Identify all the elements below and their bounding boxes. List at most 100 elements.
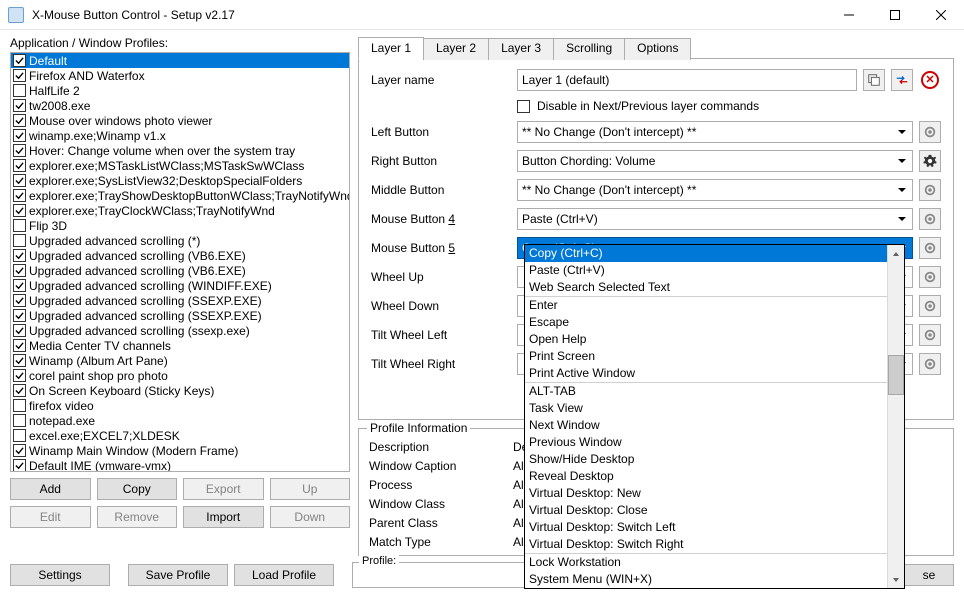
action-dropdown[interactable]: Copy (Ctrl+C)Paste (Ctrl+V)Web Search Se… (524, 244, 905, 589)
profile-row[interactable]: On Screen Keyboard (Sticky Keys) (11, 383, 349, 398)
tab-layer-3[interactable]: Layer 3 (488, 38, 554, 60)
dropdown-item[interactable]: Virtual Desktop: Switch Left (525, 519, 887, 536)
profile-checkbox[interactable] (13, 399, 26, 412)
profile-checkbox[interactable] (13, 174, 26, 187)
profile-checkbox[interactable] (13, 249, 26, 262)
tab-options[interactable]: Options (624, 38, 691, 60)
copy-button[interactable]: Copy (97, 478, 178, 500)
dropdown-item[interactable]: Next Window (525, 417, 887, 434)
action-combo[interactable]: ** No Change (Don't intercept) ** (517, 179, 913, 201)
tab-layer-2[interactable]: Layer 2 (423, 38, 489, 60)
save-profile-button[interactable]: Save Profile (128, 564, 228, 586)
gear-icon[interactable] (919, 266, 941, 288)
tab-layer-1[interactable]: Layer 1 (358, 37, 424, 59)
profile-row[interactable]: Hover: Change volume when over the syste… (11, 143, 349, 158)
profile-row[interactable]: Winamp Main Window (Modern Frame) (11, 443, 349, 458)
reset-layer-button[interactable]: ✕ (919, 69, 941, 91)
profile-row[interactable]: explorer.exe;MSTaskListWClass;MSTaskSwWC… (11, 158, 349, 173)
profile-row[interactable]: Default IME (vmware-vmx) (11, 458, 349, 472)
gear-icon[interactable] (919, 353, 941, 375)
dropdown-item[interactable]: Virtual Desktop: Switch Right (525, 536, 887, 553)
profile-checkbox[interactable] (13, 294, 26, 307)
profile-row[interactable]: Upgraded advanced scrolling (WINDIFF.EXE… (11, 278, 349, 293)
dropdown-item[interactable]: Print Screen (525, 348, 887, 365)
profile-row[interactable]: Mouse over windows photo viewer (11, 113, 349, 128)
profile-row[interactable]: excel.exe;EXCEL7;XLDESK (11, 428, 349, 443)
profile-row[interactable]: Upgraded advanced scrolling (ssexp.exe) (11, 323, 349, 338)
dropdown-item[interactable]: Task View (525, 400, 887, 417)
export-button[interactable]: Export (183, 478, 264, 500)
profile-row[interactable]: Media Center TV channels (11, 338, 349, 353)
gear-icon[interactable] (919, 121, 941, 143)
profile-checkbox[interactable] (13, 219, 26, 232)
profile-row[interactable]: Upgraded advanced scrolling (*) (11, 233, 349, 248)
profile-checkbox[interactable] (13, 354, 26, 367)
dropdown-item[interactable]: Print Active Window (525, 365, 887, 382)
up-button[interactable]: Up (270, 478, 351, 500)
dropdown-item[interactable]: Copy (Ctrl+C) (525, 245, 887, 262)
gear-icon[interactable] (919, 295, 941, 317)
down-button[interactable]: Down (270, 506, 351, 528)
scroll-down-arrow[interactable] (888, 571, 904, 588)
gear-icon[interactable] (919, 208, 941, 230)
profile-row[interactable]: tw2008.exe (11, 98, 349, 113)
profile-checkbox[interactable] (13, 309, 26, 322)
profile-row[interactable]: Winamp (Album Art Pane) (11, 353, 349, 368)
dropdown-item[interactable]: Escape (525, 314, 887, 331)
profile-row[interactable]: firefox video (11, 398, 349, 413)
maximize-button[interactable] (872, 0, 918, 30)
gear-icon[interactable] (919, 179, 941, 201)
dropdown-item[interactable]: Open Help (525, 331, 887, 348)
remove-button[interactable]: Remove (97, 506, 178, 528)
profile-checkbox[interactable] (13, 384, 26, 397)
profile-row[interactable]: HalfLife 2 (11, 83, 349, 98)
gear-icon[interactable] (919, 150, 941, 172)
dropdown-item[interactable]: Paste (Ctrl+V) (525, 262, 887, 279)
dropdown-item[interactable]: Virtual Desktop: Close (525, 502, 887, 519)
profile-row[interactable]: explorer.exe;TrayClockWClass;TrayNotifyW… (11, 203, 349, 218)
profile-row[interactable]: Upgraded advanced scrolling (SSEXP.EXE) (11, 308, 349, 323)
close-app-button[interactable]: se (904, 564, 954, 586)
add-button[interactable]: Add (10, 478, 91, 500)
dropdown-item[interactable]: Show/Hide Desktop (525, 451, 887, 468)
profile-checkbox[interactable] (13, 324, 26, 337)
profile-row[interactable]: explorer.exe;SysListView32;DesktopSpecia… (11, 173, 349, 188)
action-combo[interactable]: ** No Change (Don't intercept) ** (517, 121, 913, 143)
profile-checkbox[interactable] (13, 369, 26, 382)
dropdown-item[interactable]: System Menu (WIN+X) (525, 571, 887, 588)
settings-button[interactable]: Settings (10, 564, 110, 586)
import-button[interactable]: Import (183, 506, 264, 528)
action-combo[interactable]: Button Chording: Volume (517, 150, 913, 172)
profile-checkbox[interactable] (13, 99, 26, 112)
scroll-up-arrow[interactable] (888, 245, 904, 262)
profile-row[interactable]: Default (11, 53, 349, 68)
disable-layer-checkbox[interactable] (517, 100, 530, 113)
dropdown-item[interactable]: ALT-TAB (525, 383, 887, 400)
profile-row[interactable]: explorer.exe;TrayShowDesktopButtonWClass… (11, 188, 349, 203)
profile-checkbox[interactable] (13, 414, 26, 427)
layer-name-input[interactable] (517, 69, 857, 91)
edit-button[interactable]: Edit (10, 506, 91, 528)
profile-row[interactable]: notepad.exe (11, 413, 349, 428)
load-profile-button[interactable]: Load Profile (234, 564, 334, 586)
tab-scrolling[interactable]: Scrolling (553, 38, 625, 60)
profile-row[interactable]: Upgraded advanced scrolling (VB6.EXE) (11, 248, 349, 263)
close-button[interactable] (918, 0, 964, 30)
gear-icon[interactable] (919, 324, 941, 346)
profile-checkbox[interactable] (13, 159, 26, 172)
profile-checkbox[interactable] (13, 264, 26, 277)
profile-row[interactable]: Upgraded advanced scrolling (VB6.EXE) (11, 263, 349, 278)
profile-list[interactable]: DefaultFirefox AND WaterfoxHalfLife 2tw2… (10, 52, 350, 472)
profile-row[interactable]: winamp.exe;Winamp v1.x (11, 128, 349, 143)
dropdown-scrollbar[interactable] (887, 245, 904, 588)
profile-checkbox[interactable] (13, 144, 26, 157)
profile-checkbox[interactable] (13, 54, 26, 67)
dropdown-item[interactable]: Lock Workstation (525, 554, 887, 571)
copy-layer-button[interactable] (863, 69, 885, 91)
profile-row[interactable]: Flip 3D (11, 218, 349, 233)
dropdown-item[interactable]: Virtual Desktop: New (525, 485, 887, 502)
dropdown-item[interactable]: Previous Window (525, 434, 887, 451)
swap-layer-button[interactable] (891, 69, 913, 91)
profile-checkbox[interactable] (13, 69, 26, 82)
profile-checkbox[interactable] (13, 444, 26, 457)
